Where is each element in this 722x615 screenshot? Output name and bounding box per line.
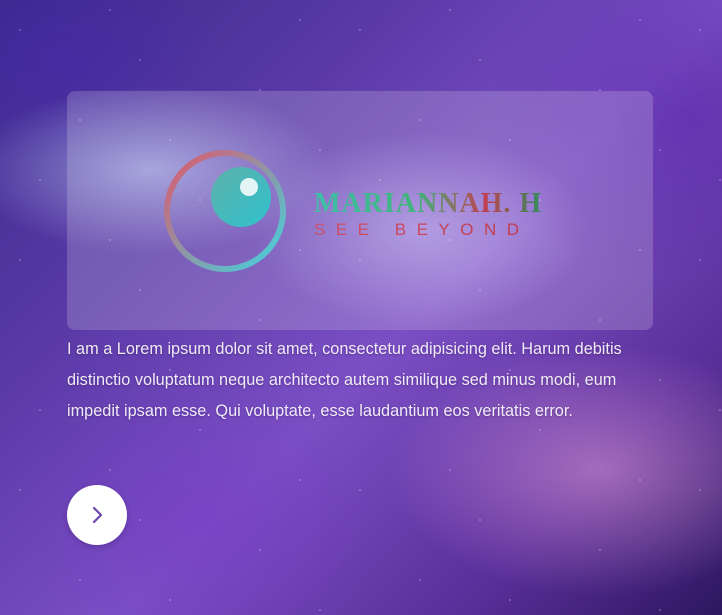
logo-card: MARIANNAH. H SEE BEYOND (67, 91, 653, 330)
brand-tagline: SEE BEYOND (314, 220, 530, 239)
brand-name: MARIANNAH. H (314, 188, 543, 219)
hero-description: I am a Lorem ipsum dolor sit amet, conse… (67, 340, 622, 420)
next-button[interactable] (67, 485, 127, 545)
eye-logo-icon (164, 150, 286, 272)
chevron-right-icon (92, 506, 103, 524)
